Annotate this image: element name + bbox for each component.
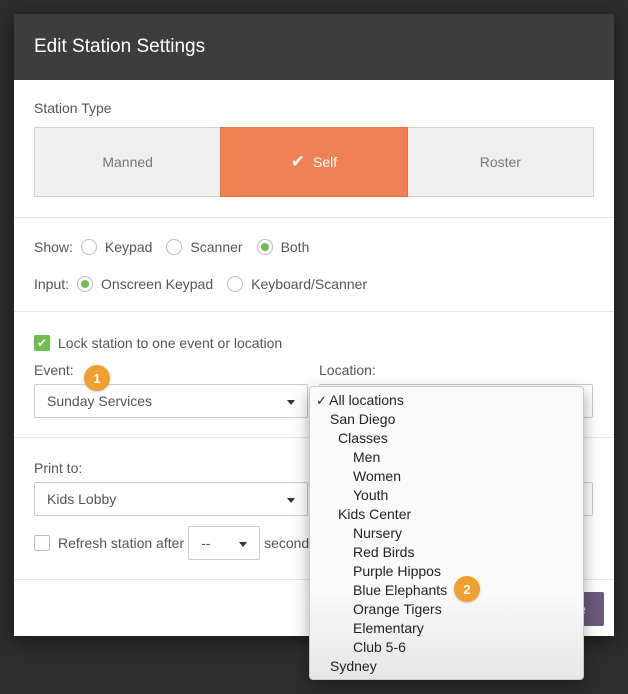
lock-station-label: Lock station to one event or location	[58, 335, 283, 351]
radio-icon[interactable]	[166, 239, 183, 255]
station-type-label: Station Type	[34, 100, 112, 116]
dropdown-item-blue-elephants[interactable]: Blue Elephants	[310, 581, 583, 600]
event-select[interactable]: Sunday Services	[34, 384, 308, 418]
caret-down-icon	[287, 498, 295, 503]
show-scanner-label: Scanner	[190, 239, 243, 255]
dropdown-item-red-birds[interactable]: Red Birds	[310, 543, 583, 562]
input-label: Input:	[34, 276, 70, 292]
show-both-label: Both	[280, 239, 310, 255]
event-label: Event:	[34, 362, 74, 378]
manned-label: Manned	[102, 154, 153, 170]
show-keypad-label: Keypad	[104, 239, 153, 255]
caret-down-icon	[287, 400, 295, 405]
print-to-label: Print to:	[34, 460, 83, 476]
modal-title: Edit Station Settings	[14, 14, 614, 80]
station-type-roster-button[interactable]: Roster	[408, 128, 593, 196]
self-label: Self	[313, 154, 338, 170]
show-input-section: Show: Keypad Scanner Both Input: Onscree…	[14, 218, 614, 312]
dropdown-item-men[interactable]: Men	[310, 448, 583, 467]
radio-selected-icon[interactable]	[256, 239, 273, 255]
input-keyboard-label: Keyboard/Scanner	[251, 276, 368, 292]
dropdown-item-sydney[interactable]: Sydney	[310, 657, 583, 676]
checkmark-icon: ✔	[290, 152, 306, 171]
station-type-manned-button[interactable]: Manned	[35, 128, 220, 196]
refresh-label: Refresh station after	[58, 535, 185, 551]
station-type-section: Station Type Manned ✔ Self Roster	[14, 80, 614, 218]
lock-station-checkbox-row[interactable]: ✔ Lock station to one event or location	[34, 335, 594, 351]
dropdown-item-nursery[interactable]: Nursery	[310, 524, 583, 543]
radio-icon[interactable]	[227, 276, 244, 292]
checkbox-checked-icon[interactable]: ✔	[34, 335, 50, 351]
show-both-option[interactable]: Both	[256, 239, 310, 255]
dropdown-item-san-diego[interactable]: San Diego	[310, 410, 583, 429]
show-keypad-option[interactable]: Keypad	[80, 239, 153, 255]
dropdown-item-elementary[interactable]: Elementary	[310, 619, 583, 638]
location-dropdown-menu: ✓ All locations San Diego Classes Men Wo…	[309, 386, 584, 680]
input-onscreen-label: Onscreen Keypad	[101, 276, 214, 292]
refresh-seconds-value: --	[201, 535, 211, 551]
print-to-value: Kids Lobby	[47, 491, 117, 507]
station-type-self-button[interactable]: ✔ Self	[220, 127, 408, 197]
station-type-segmented-control: Manned ✔ Self Roster	[34, 127, 594, 197]
checkmark-icon: ✓	[316, 393, 327, 408]
refresh-seconds-select[interactable]: --	[188, 526, 261, 560]
print-field: Print to: Kids Lobby	[34, 460, 308, 516]
radio-selected-icon[interactable]	[77, 276, 94, 292]
radio-icon[interactable]	[80, 239, 97, 255]
roster-label: Roster	[479, 154, 521, 170]
checkbox-icon[interactable]	[34, 535, 50, 551]
dropdown-item-all-locations[interactable]: ✓ All locations	[310, 391, 583, 410]
input-radio-group: Input: Onscreen Keypad Keyboard/Scanner	[34, 275, 594, 293]
show-label: Show:	[34, 239, 73, 255]
event-select-value: Sunday Services	[47, 393, 153, 409]
event-field: Event: Sunday Services	[34, 362, 308, 418]
dropdown-item-youth[interactable]: Youth	[310, 486, 583, 505]
show-scanner-option[interactable]: Scanner	[166, 239, 243, 255]
dropdown-item-club-5-6[interactable]: Club 5-6	[310, 638, 583, 657]
print-to-select[interactable]: Kids Lobby	[34, 482, 308, 516]
location-label: Location:	[319, 362, 376, 378]
dropdown-item-kids-center[interactable]: Kids Center	[310, 505, 583, 524]
input-keyboard-scanner-option[interactable]: Keyboard/Scanner	[227, 276, 367, 292]
show-radio-group: Show: Keypad Scanner Both	[34, 238, 594, 256]
input-onscreen-keypad-option[interactable]: Onscreen Keypad	[77, 276, 213, 292]
dropdown-item-orange-tigers[interactable]: Orange Tigers	[310, 600, 583, 619]
step-badge-1: 1	[84, 365, 110, 391]
dropdown-item-purple-hippos[interactable]: Purple Hippos	[310, 562, 583, 581]
dropdown-item-classes[interactable]: Classes	[310, 429, 583, 448]
caret-down-icon	[239, 542, 248, 547]
step-badge-2: 2	[454, 576, 480, 602]
dropdown-item-women[interactable]: Women	[310, 467, 583, 486]
